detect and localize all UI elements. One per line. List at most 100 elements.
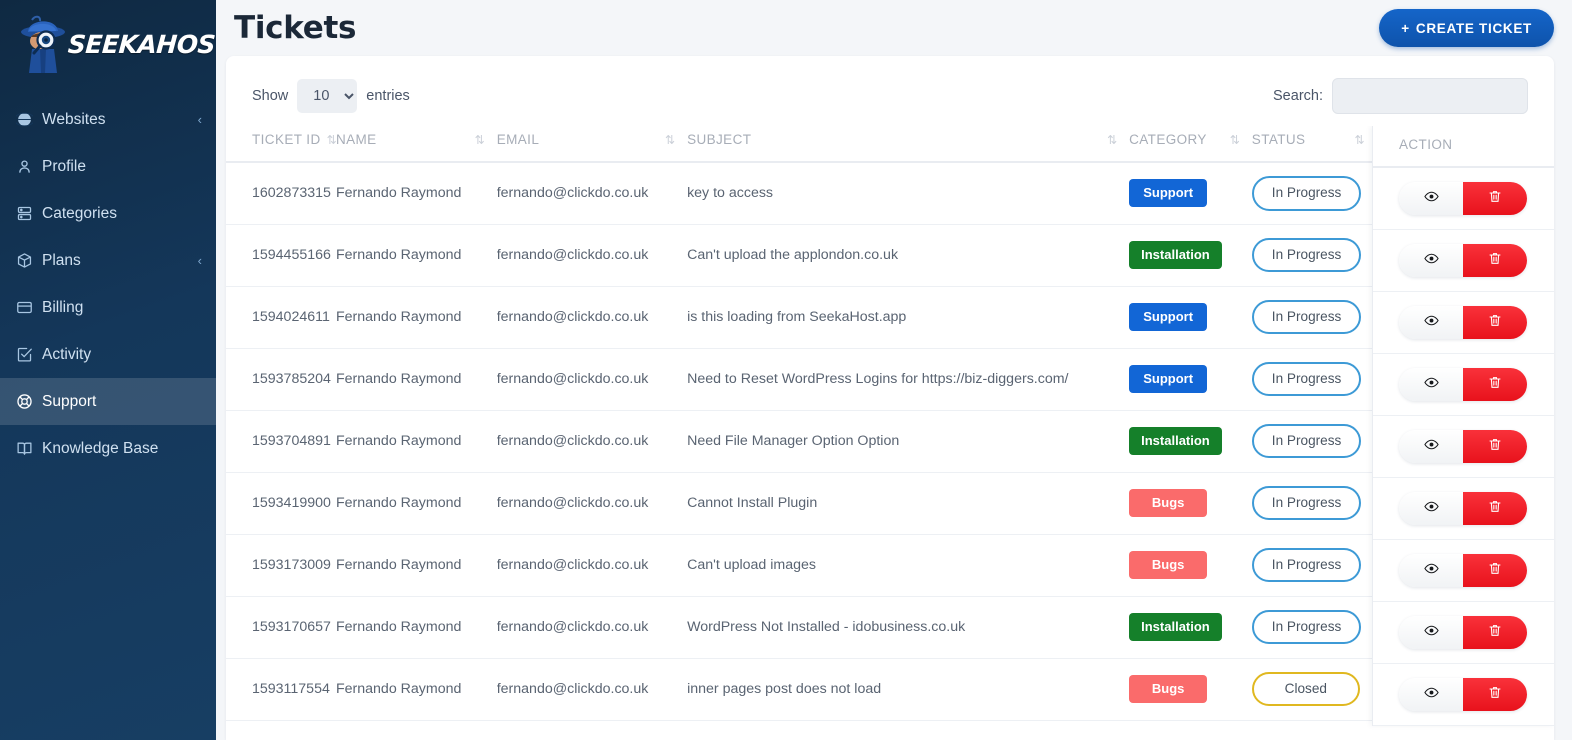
cell-ticket-id: 1593704891 (226, 410, 336, 473)
delete-ticket-button[interactable] (1463, 616, 1527, 649)
sidebar-item-websites[interactable]: Websites ‹ (0, 96, 216, 143)
sidebar-item-label: Websites (42, 110, 106, 128)
chevron-left-icon[interactable]: ‹ (198, 113, 202, 126)
status-badge: In Progress (1251, 361, 1362, 397)
sidebar: SEEKAHOST Websites ‹ Profile Categories … (0, 0, 216, 740)
delete-ticket-button[interactable] (1463, 430, 1527, 463)
table-row[interactable]: 1593173009 Fernando Raymond fernando@click… (226, 534, 1554, 597)
column-header-status[interactable]: STATUS ⇅ (1251, 126, 1377, 163)
create-ticket-button[interactable]: + CREATE TICKET (1379, 9, 1554, 47)
action-button-group (1399, 430, 1527, 463)
column-header-category[interactable]: CATEGORY ⇅ (1129, 126, 1252, 163)
cell-status: In Progress (1251, 410, 1377, 473)
search-input[interactable] (1332, 78, 1528, 114)
sidebar-item-billing[interactable]: Billing (0, 284, 216, 331)
eye-icon (1423, 685, 1439, 705)
cell-name: Fernando Raymond (335, 596, 497, 659)
trash-icon (1488, 313, 1502, 333)
view-ticket-button[interactable] (1399, 616, 1463, 649)
credit-card-icon (16, 299, 42, 316)
page-title: Tickets (234, 9, 357, 46)
cell-subject: Cannot Install Plugin (687, 472, 1130, 535)
column-header-ticket-id[interactable]: TICKET ID ⇅ (226, 126, 336, 163)
delete-ticket-button[interactable] (1463, 182, 1527, 215)
sort-icon[interactable]: ⇅ (475, 134, 485, 146)
table-row[interactable]: 1593704891 Fernando Raymond fernando@click… (226, 410, 1554, 473)
action-button-group (1399, 182, 1527, 215)
view-ticket-button[interactable] (1399, 182, 1463, 215)
row-actions (1373, 416, 1554, 478)
cell-category: Support (1129, 286, 1252, 349)
action-button-group (1399, 616, 1527, 649)
delete-ticket-button[interactable] (1463, 368, 1527, 401)
cell-email: fernando@clickdo.co.uk (496, 224, 688, 287)
delete-ticket-button[interactable] (1463, 678, 1527, 711)
table-row[interactable]: 1593419900 Fernando Raymond fernando@click… (226, 472, 1554, 535)
eye-icon (1423, 375, 1439, 395)
table-row[interactable]: 1593170657 Fernando Raymond fernando@click… (226, 596, 1554, 659)
view-ticket-button[interactable] (1399, 492, 1463, 525)
cell-email: fernando@clickdo.co.uk (496, 348, 688, 411)
trash-icon (1488, 437, 1502, 457)
table-row[interactable]: 1593785204 Fernando Raymond fernando@click… (226, 348, 1554, 411)
column-header-email[interactable]: EMAIL ⇅ (496, 126, 688, 163)
chevron-left-icon[interactable]: ‹ (198, 254, 202, 267)
cell-email: fernando@clickdo.co.uk (496, 286, 688, 349)
cell-name: Fernando Raymond (335, 286, 497, 349)
cell-subject: WordPress Not Installed - idobusiness.co… (687, 596, 1130, 659)
status-badge: In Progress (1251, 547, 1362, 583)
table-row[interactable]: 1594455166 Fernando Raymond fernando@click… (226, 224, 1554, 287)
sidebar-item-plans[interactable]: Plans ‹ (0, 237, 216, 284)
cell-category: Support (1129, 162, 1252, 225)
cell-category: Installation (1129, 410, 1252, 473)
delete-ticket-button[interactable] (1463, 492, 1527, 525)
table-row[interactable]: 1602873315 Fernando Raymond fernando@click… (226, 162, 1554, 225)
sidebar-item-profile[interactable]: Profile (0, 143, 216, 190)
tickets-table: TICKET ID ⇅ NAME ⇅ EMAIL ⇅ SUBJECT ⇅ CAT… (226, 126, 1554, 721)
view-ticket-button[interactable] (1399, 244, 1463, 277)
trash-icon (1488, 251, 1502, 271)
cell-category: Bugs (1129, 534, 1252, 597)
sidebar-item-categories[interactable]: Categories (0, 190, 216, 237)
category-badge: Support (1129, 364, 1208, 394)
column-header-name[interactable]: NAME ⇅ (335, 126, 497, 163)
book-icon (16, 440, 42, 457)
entries-label: entries (366, 88, 410, 104)
sidebar-item-activity[interactable]: Activity (0, 331, 216, 378)
tickets-table-scroll[interactable]: TICKET ID ⇅ NAME ⇅ EMAIL ⇅ SUBJECT ⇅ CAT… (226, 126, 1554, 736)
category-badge: Bugs (1129, 488, 1208, 518)
box-icon (16, 252, 42, 269)
column-header-subject[interactable]: SUBJECT ⇅ (687, 126, 1130, 163)
action-button-group (1399, 306, 1527, 339)
delete-ticket-button[interactable] (1463, 244, 1527, 277)
sidebar-item-support[interactable]: Support (0, 378, 216, 425)
view-ticket-button[interactable] (1399, 306, 1463, 339)
brand-logo[interactable]: SEEKAHOST (0, 0, 216, 88)
table-row[interactable]: 1594024611 Fernando Raymond fernando@click… (226, 286, 1554, 349)
view-ticket-button[interactable] (1399, 554, 1463, 587)
cell-subject: Can't upload the applondon.co.uk (687, 224, 1130, 287)
entries-per-page-select[interactable]: 10 25 50 100 (297, 79, 358, 113)
delete-ticket-button[interactable] (1463, 554, 1527, 587)
cell-email: fernando@clickdo.co.uk (496, 658, 688, 721)
category-badge: Installation (1129, 240, 1222, 270)
trash-icon (1488, 189, 1502, 209)
view-ticket-button[interactable] (1399, 430, 1463, 463)
table-row[interactable]: 1593117554 Fernando Raymond fernando@click… (226, 658, 1554, 721)
view-ticket-button[interactable] (1399, 368, 1463, 401)
sort-icon[interactable]: ⇅ (1355, 134, 1365, 146)
sort-icon[interactable]: ⇅ (665, 134, 675, 146)
action-cells (1373, 168, 1554, 726)
cell-status: In Progress (1251, 162, 1377, 225)
sort-icon[interactable]: ⇅ (1230, 134, 1240, 146)
cell-status: In Progress (1251, 596, 1377, 659)
category-badge: Support (1129, 302, 1208, 332)
sidebar-item-knowledge-base[interactable]: Knowledge Base (0, 425, 216, 472)
row-actions (1373, 230, 1554, 292)
sort-icon[interactable]: ⇅ (1107, 134, 1117, 146)
cell-category: Installation (1129, 224, 1252, 287)
delete-ticket-button[interactable] (1463, 306, 1527, 339)
sort-icon[interactable]: ⇅ (327, 134, 336, 146)
view-ticket-button[interactable] (1399, 678, 1463, 711)
cell-ticket-id: 1602873315 (226, 162, 336, 225)
